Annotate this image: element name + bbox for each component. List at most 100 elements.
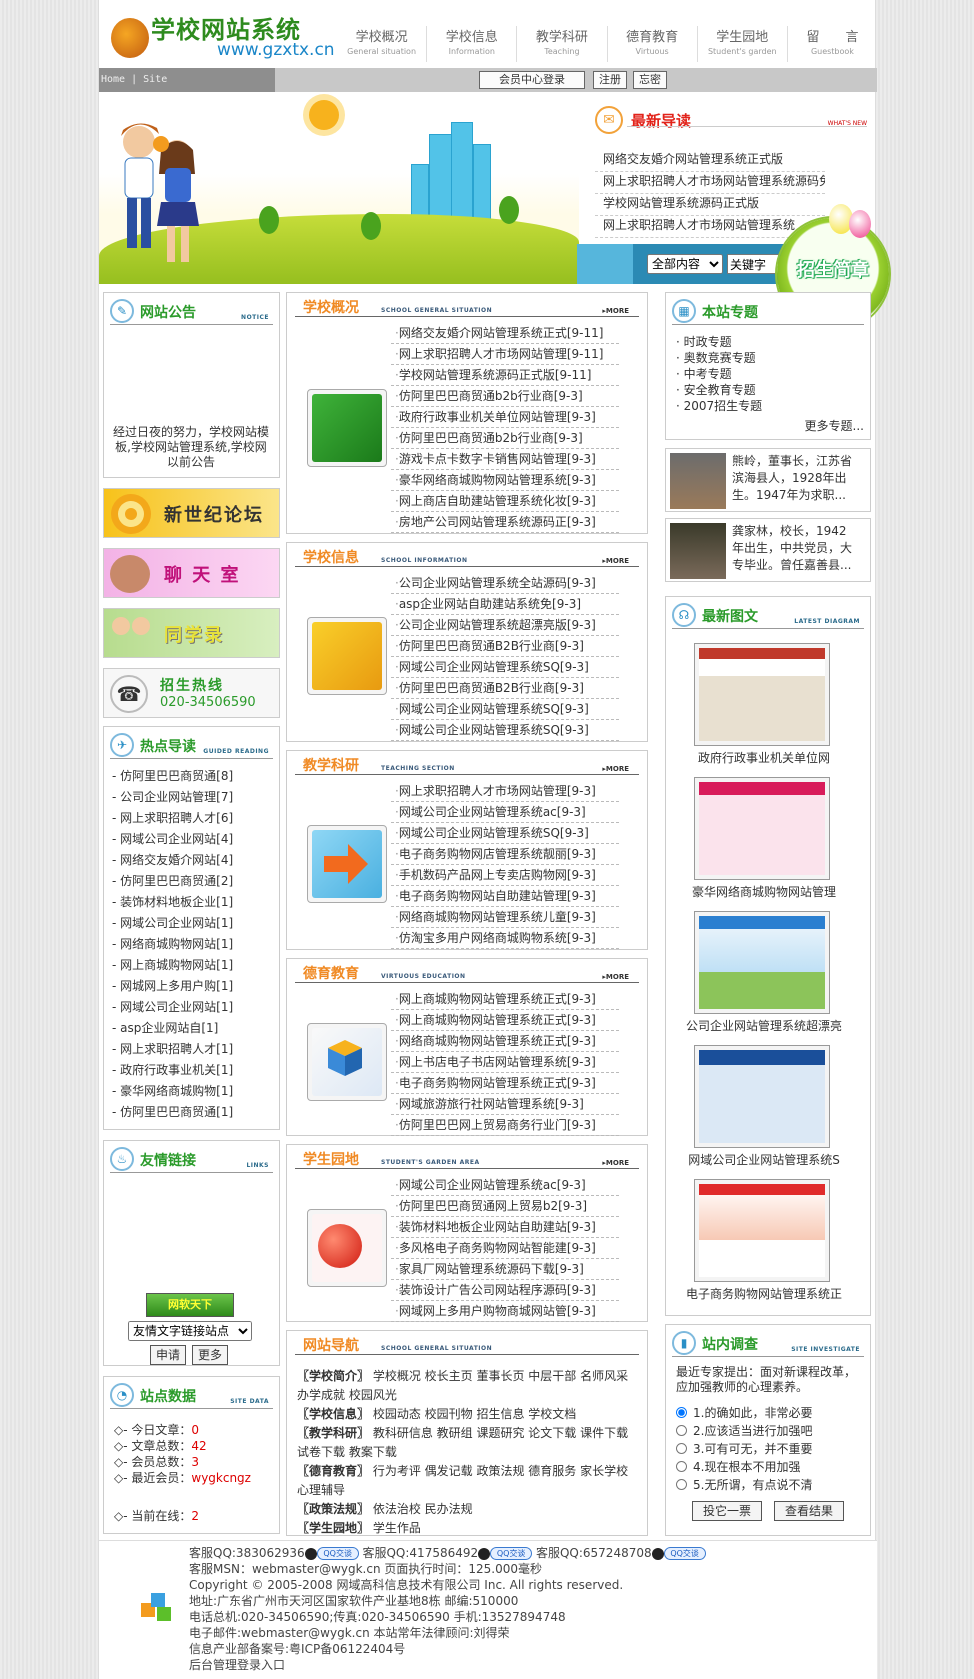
list-item[interactable]: ·仿阿里巴巴商贸通b2b行业商[9-3] [391,386,619,407]
list-item[interactable]: - 公司企业网站管理[7] [112,788,233,809]
item-link[interactable]: 网上商店自助建站管理系统化妆[9-3] [399,494,596,508]
item-link[interactable]: 网上商城购物网站管理系统正式[9-3] [399,1013,596,1027]
list-item[interactable]: · 时政专题 [676,333,762,349]
list-item[interactable]: - 仿阿里巴巴商贸通[1] [112,1103,233,1124]
poll-radio[interactable] [676,1460,687,1472]
list-item[interactable]: - 装饰材料地板企业[1] [112,893,233,914]
item-link[interactable]: 网上书店电子书店网站管理系统[9-3] [399,1055,596,1069]
list-item[interactable]: · 安全教育专题 [676,381,762,397]
nav-row[interactable]: 〖教学科研〗 教科研信息 教研组 课题研究 论文下载 课件下载 试卷下载 教案下… [297,1424,637,1462]
gallery-thumbnail[interactable] [694,777,830,880]
list-item[interactable]: ·装饰设计广告公司网站程序源码[9-3] [391,1280,619,1301]
item-link[interactable]: 学校网站管理系统源码正式版[9-11] [399,368,592,382]
list-item[interactable]: ·网上商店自助建站管理系统化妆[9-3] [391,491,619,512]
search-keyword-input[interactable] [727,254,779,274]
more-topics-link[interactable]: 更多专题... [805,417,864,434]
item-link[interactable]: 装饰设计广告公司网站程序源码[9-3] [399,1283,596,1297]
list-item[interactable]: ·网上商城购物网站管理系统正式[9-3] [391,989,619,1010]
item-link[interactable]: 网域公司企业网站管理系统SQ[9-3] [399,702,589,716]
poll-option[interactable]: 2.应该适当进行加强吧 [676,1421,812,1439]
nav-item-virtuous[interactable]: 德育教育 Virtuous [606,26,697,62]
item-link[interactable]: 网域公司企业网站管理系统SQ[9-3] [399,660,589,674]
list-item[interactable]: ·房地产公司网站管理系统源码正[9-3] [391,512,619,533]
item-link[interactable]: 网域公司企业网站管理系统ac[9-3] [399,1178,586,1192]
list-item[interactable]: - 政府行政事业机关[1] [112,1061,233,1082]
item-link[interactable]: 仿阿里巴巴网上贸易商务行业门[9-3] [399,1118,596,1132]
person-card[interactable]: 龚家林，校长，1942年出生，中共党员，大专毕业。曾任嘉善县... [665,518,871,582]
item-link[interactable]: 网络交友婚介网站管理系统正式[9-11] [399,326,604,340]
list-item[interactable]: ·网域公司企业网站管理系统SQ[9-3] [391,720,619,741]
item-link[interactable]: 公司企业网站管理系统全站源码[9-3] [399,576,596,590]
list-item[interactable]: ·网上书店电子书店网站管理系统[9-3] [391,1052,619,1073]
list-item[interactable]: ·asp企业网站自助建站系统免[9-3] [391,594,619,615]
view-results-button[interactable]: 查看结果 [774,1501,844,1521]
item-link[interactable]: 网域网上多用户购物商城网站管[9-3] [399,1304,596,1318]
list-item[interactable]: ·电子商务购物网站自助建站管理[9-3] [391,886,619,907]
list-item[interactable]: ·仿阿里巴巴商贸通B2B行业商[9-3] [391,636,619,657]
item-link[interactable]: 网上求职招聘人才市场网站管理[9-3] [399,784,596,798]
nav-item-guestbook[interactable]: 留 言 Guestbook [786,26,877,62]
partner-banner[interactable]: 网软天下 [146,1293,234,1317]
more-link[interactable]: ▸MORE [602,557,629,565]
list-item[interactable]: ·网上求职招聘人才市场网站管理[9-3] [391,781,619,802]
latest-news-item[interactable]: 网上求职招聘人才市场网站管理系统 [595,216,825,238]
item-link[interactable]: 网域公司企业网站管理系统SQ[9-3] [399,826,589,840]
nav-links[interactable]: 校园动态 校园刊物 招生信息 学校文档 [369,1407,576,1421]
latest-news-link[interactable]: 网上求职招聘人才市场网站管理系统 [603,218,795,232]
poll-radio[interactable] [676,1424,687,1436]
newest-member-link[interactable]: wygkcngz [191,1471,251,1485]
nav-row[interactable]: 〖学校信息〗 校园动态 校园刊物 招生信息 学校文档 [297,1405,637,1424]
list-item[interactable]: - 网域公司企业网站[4] [112,830,233,851]
list-item[interactable]: ·网域公司企业网站管理系统SQ[9-3] [391,823,619,844]
nav-item-information[interactable]: 学校信息 Information [426,26,516,62]
list-item[interactable]: ·网域公司企业网站管理系统ac[9-3] [391,802,619,823]
list-item[interactable]: ·多风格电子商务购物网站智能建[9-3] [391,1238,619,1259]
gallery-caption[interactable]: 网域公司企业网站管理系统S [666,1151,862,1168]
list-item[interactable]: ·仿淘宝多用户网络商城购物系统[9-3] [391,928,619,949]
poll-option[interactable]: 5.无所谓，有点说不清 [676,1475,812,1493]
list-item[interactable]: ·网络商城购物网站管理系统儿童[9-3] [391,907,619,928]
poll-option[interactable]: 4.现在根本不用加强 [676,1457,812,1475]
site-logo[interactable]: 学校网站系统 www.gzxtx.cn [105,8,337,64]
gallery-caption[interactable]: 公司企业网站管理系统超漂亮 [666,1017,862,1034]
item-link[interactable]: 网络商城购物网站管理系统儿童[9-3] [399,910,596,924]
poll-radio[interactable] [676,1406,687,1418]
item-link[interactable]: 装饰材料地板企业网站自助建站[9-3] [399,1220,596,1234]
list-item[interactable]: ·豪华网络商城购物网站管理系统[9-3] [391,470,619,491]
list-item[interactable]: - asp企业网站自[1] [112,1019,233,1040]
gallery-thumbnail[interactable] [694,643,830,746]
item-link[interactable]: asp企业网站自助建站系统免[9-3] [399,597,581,611]
item-link[interactable]: 网络商城购物网站管理系统正式[9-3] [399,1034,596,1048]
nav-links[interactable]: 依法治校 民办法规 [369,1502,473,1516]
more-link[interactable]: ▸MORE [602,973,629,981]
latest-news-link[interactable]: 学校网站管理系统源码正式版 [603,196,759,210]
vote-button[interactable]: 投它一票 [692,1501,762,1521]
list-item[interactable]: - 网域公司企业网站[1] [112,914,233,935]
list-item[interactable]: ·网域公司企业网站管理系统ac[9-3] [391,1175,619,1196]
nav-item-general[interactable]: 学校概况 General situation [337,26,426,62]
more-link[interactable]: ▸MORE [602,307,629,315]
list-item[interactable]: ·电子商务购物网店管理系统靓丽[9-3] [391,844,619,865]
poll-radio[interactable] [676,1478,687,1490]
list-item[interactable]: - 仿阿里巴巴商贸通[8] [112,767,233,788]
item-link[interactable]: 仿阿里巴巴商贸通b2b行业商[9-3] [399,431,583,445]
list-item[interactable]: ·公司企业网站管理系统全站源码[9-3] [391,573,619,594]
list-item[interactable]: · 奥数竞赛专题 [676,349,762,365]
latest-news-item[interactable]: 网络交友婚介网站管理系统正式版 [595,150,825,172]
list-item[interactable]: ·仿阿里巴巴网上贸易商务行业门[9-3] [391,1115,619,1136]
item-link[interactable]: 电子商务购物网站管理系统正式[9-3] [399,1076,596,1090]
gallery-caption[interactable]: 政府行政事业机关单位网 [666,749,862,766]
item-link[interactable]: 公司企业网站管理系统超漂亮版[9-3] [399,618,596,632]
apply-link-button[interactable]: 申请 [150,1345,186,1365]
item-link[interactable]: 房地产公司网站管理系统源码正[9-3] [399,515,596,529]
qq-chat-button[interactable]: QQ交谈 [490,1547,533,1560]
gallery-thumbnail[interactable] [694,1045,830,1148]
list-item[interactable]: - 网城网上多用户购[1] [112,977,233,998]
list-item[interactable]: ·网域公司企业网站管理系统SQ[9-3] [391,657,619,678]
links-select[interactable]: 友情文字链接站点 [128,1321,252,1341]
chatroom-banner[interactable]: 聊 天 室 [103,548,280,598]
gallery-caption[interactable]: 豪华网络商城购物网站管理 [666,883,862,900]
poll-option[interactable]: 3.可有可无，并不重要 [676,1439,812,1457]
hotline-banner[interactable]: ☎ 招生热线 020-34506590 [103,668,280,718]
qq-chat-button[interactable]: QQ交谈 [663,1547,706,1560]
